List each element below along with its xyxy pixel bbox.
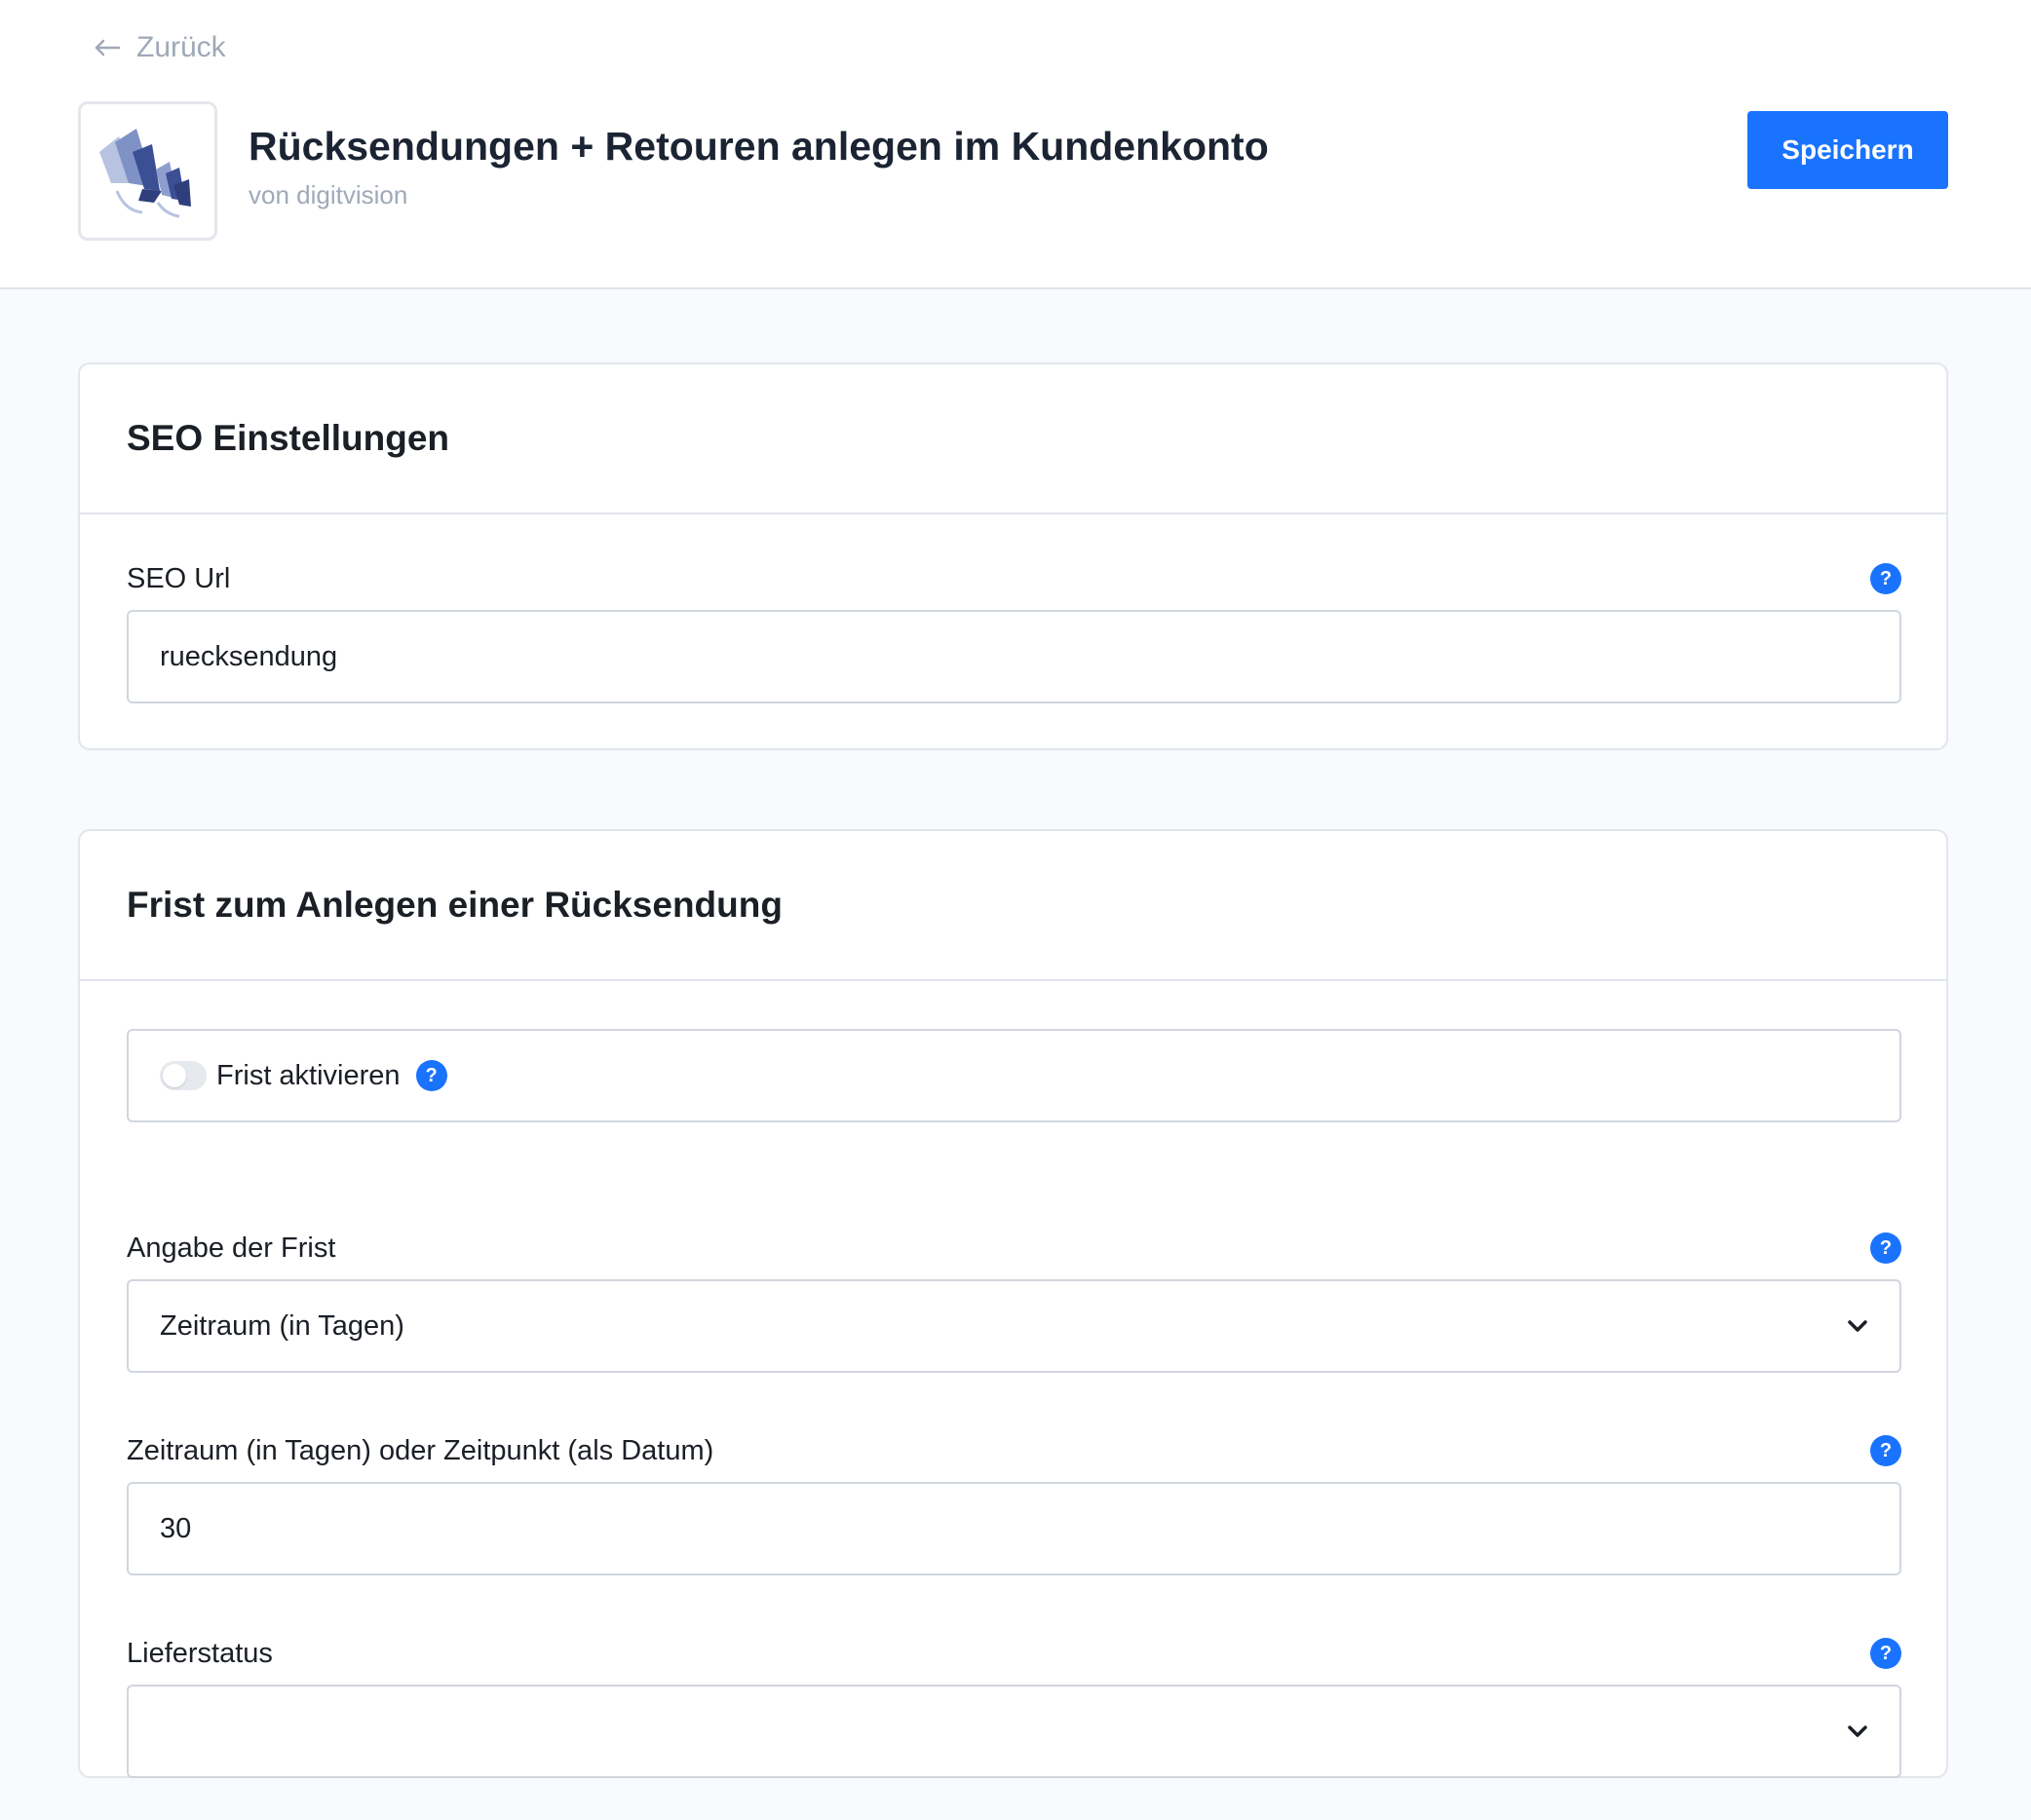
help-icon[interactable]: ? [1870, 563, 1901, 594]
back-label: Zurück [136, 31, 226, 63]
app-logo-graphic [98, 128, 191, 217]
deadline-type-label: Angabe der Frist [127, 1232, 336, 1264]
deadline-value-input[interactable]: 30 [127, 1482, 1901, 1575]
chevron-down-icon [1848, 1320, 1867, 1332]
deadline-card-header: Frist zum Anlegen einer Rücksendung [80, 831, 1946, 981]
back-link[interactable]: Zurück [94, 31, 226, 64]
vendor-label: von digitvision [249, 180, 408, 209]
deadline-toggle[interactable] [160, 1061, 207, 1090]
page-title: Rücksendungen + Retouren anlegen im Kund… [249, 124, 1269, 169]
help-icon[interactable]: ? [1870, 1435, 1901, 1466]
toggle-knob [163, 1064, 186, 1087]
deadline-card: Frist zum Anlegen einer Rücksendung Fris… [78, 829, 1948, 1778]
delivery-status-select[interactable] [127, 1685, 1901, 1778]
seo-url-label: SEO Url [127, 563, 231, 594]
seo-card-header: SEO Einstellungen [80, 364, 1946, 514]
seo-url-input[interactable]: ruecksendung [127, 610, 1901, 703]
deadline-type-select[interactable]: Zeitraum (in Tagen) [127, 1279, 1901, 1373]
deadline-toggle-row: Frist aktivieren ? [127, 1029, 1901, 1122]
help-icon[interactable]: ? [415, 1060, 447, 1091]
page-header: Zurück Rücksendungen + Retouren anlegen … [0, 0, 2031, 289]
help-icon[interactable]: ? [1870, 1638, 1901, 1669]
app-logo [78, 101, 217, 241]
arrow-left-icon [95, 39, 121, 57]
save-button[interactable]: Speichern [1747, 111, 1948, 189]
deadline-value-label: Zeitraum (in Tagen) oder Zeitpunkt (als … [127, 1435, 714, 1466]
deadline-toggle-label[interactable]: Frist aktivieren [216, 1060, 401, 1092]
chevron-down-icon [1848, 1725, 1867, 1737]
deadline-type-value: Zeitraum (in Tagen) [160, 1309, 404, 1342]
help-icon[interactable]: ? [1870, 1232, 1901, 1264]
deadline-card-title: Frist zum Anlegen einer Rücksendung [127, 885, 783, 925]
seo-settings-card: SEO Einstellungen SEO Url ? ruecksendung [78, 362, 1948, 750]
delivery-status-label: Lieferstatus [127, 1638, 273, 1669]
seo-card-title: SEO Einstellungen [127, 418, 449, 458]
